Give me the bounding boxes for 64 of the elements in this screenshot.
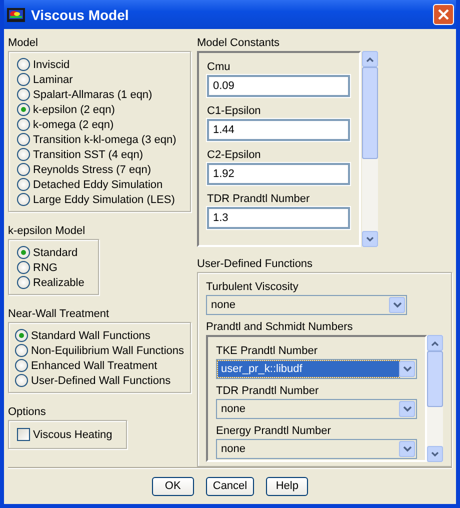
dropdown[interactable]: none — [216, 439, 417, 459]
scroll-thumb[interactable] — [427, 351, 443, 407]
radio-option[interactable]: Transition k-kl-omega (3 eqn) — [17, 132, 182, 147]
field-label: C2-Epsilon — [207, 148, 262, 163]
scroll-down-button[interactable] — [362, 231, 378, 247]
group-label: Model Constants — [197, 36, 281, 51]
radio-option[interactable]: k-omega (2 eqn) — [17, 117, 182, 132]
radio-option[interactable]: User-Defined Wall Functions — [15, 373, 188, 388]
radio-option[interactable]: k-epsilon (2 eqn) — [17, 102, 182, 117]
close-icon — [438, 9, 449, 20]
chevron-down-icon — [402, 406, 412, 412]
field-label: Cmu — [207, 60, 232, 75]
radio-option[interactable]: Detached Eddy Simulation — [17, 177, 182, 192]
chevron-up-icon — [366, 56, 374, 62]
field-label: TKE Prandtl Number — [216, 344, 318, 359]
radio-option[interactable]: Reynolds Stress (7 eqn) — [17, 162, 182, 177]
field-label: TDR Prandtl Number — [207, 192, 311, 207]
dropdown[interactable]: none — [216, 399, 417, 419]
scrollbar[interactable] — [362, 51, 378, 247]
radio-option[interactable]: Spalart-Allmaras (1 eqn) — [17, 87, 182, 102]
group-label: k-epsilon Model — [8, 224, 86, 239]
chevron-up-icon — [431, 340, 439, 346]
scrollbar[interactable] — [427, 335, 443, 462]
input-field[interactable]: 0.09 — [207, 75, 350, 97]
chevron-down-icon — [431, 452, 439, 456]
field-label: Energy Prandtl Number — [216, 424, 332, 439]
app-icon — [7, 8, 25, 22]
radio-option[interactable]: Large Eddy Simulation (LES) — [17, 192, 182, 207]
input-field[interactable]: 1.3 — [207, 207, 350, 229]
scroll-thumb[interactable] — [362, 67, 378, 159]
field-label: TDR Prandtl Number — [216, 384, 320, 399]
radio-option[interactable]: Inviscid — [17, 57, 182, 72]
group-label: Near-Wall Treatment — [8, 307, 110, 322]
scroll-up-button[interactable] — [427, 335, 443, 351]
close-button[interactable] — [433, 4, 454, 25]
radio-option[interactable]: Enhanced Wall Treatment — [15, 358, 188, 373]
group-label: Model — [8, 36, 39, 51]
dropdown[interactable]: user_pr_k::libudf — [216, 359, 417, 379]
radio-option[interactable]: Standard — [17, 245, 84, 260]
chevron-down-icon — [402, 366, 412, 372]
dialog-button[interactable]: OK — [152, 476, 194, 496]
radio-option[interactable]: Standard Wall Functions — [15, 328, 188, 343]
field-label: C1-Epsilon — [207, 104, 262, 119]
radio-option[interactable]: Transition SST (4 eqn) — [17, 147, 182, 162]
checkbox-option[interactable]: Viscous Heating — [17, 427, 112, 442]
input-field[interactable]: 1.44 — [207, 119, 350, 141]
dropdown[interactable]: none — [206, 295, 407, 315]
input-field[interactable]: 1.92 — [207, 163, 350, 185]
field-label: Prandtl and Schmidt Numbers — [206, 320, 354, 335]
chevron-down-icon — [402, 446, 412, 452]
radio-option[interactable]: Realizable — [17, 275, 84, 290]
chevron-down-icon — [392, 302, 402, 308]
group-label: User-Defined Functions — [197, 257, 314, 272]
radio-option[interactable]: Laminar — [17, 72, 182, 87]
field-label: Turbulent Viscosity — [206, 280, 300, 295]
radio-option[interactable]: Non-Equilibrium Wall Functions — [15, 343, 188, 358]
dialog-button[interactable]: Help — [266, 476, 308, 496]
radio-option[interactable]: RNG — [17, 260, 84, 275]
chevron-down-icon — [366, 236, 374, 242]
scroll-up-button[interactable] — [362, 51, 378, 67]
dialog-button[interactable]: Cancel — [206, 476, 254, 496]
window-title: Viscous Model — [31, 6, 130, 22]
group-label: Options — [8, 405, 47, 420]
scroll-down-button[interactable] — [427, 446, 443, 462]
